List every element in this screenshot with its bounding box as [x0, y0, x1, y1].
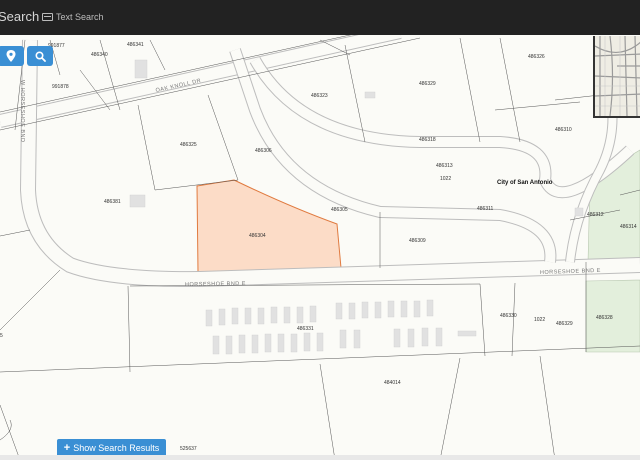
parcel-label[interactable]: 486329 [419, 81, 436, 87]
map-canvas[interactable]: OAK KNOLL DR HORSESHOE BND E HORSESHOE B… [0, 35, 640, 460]
parcel-label[interactable]: 486311 [477, 206, 494, 212]
parcel-label[interactable]: 486305 [331, 207, 348, 213]
parcel-label[interactable]: 486341 [127, 42, 144, 48]
text-search-label: Text Search [56, 12, 104, 22]
search-button[interactable] [27, 46, 53, 66]
plus-icon: + [63, 441, 71, 454]
map-pin-icon [6, 50, 16, 62]
parcel-label[interactable]: 486304 [249, 233, 266, 239]
parcel-label[interactable]: 486328 [596, 315, 613, 321]
parcel-label[interactable]: 486309 [409, 238, 426, 244]
parcel-label[interactable]: 486323 [311, 93, 328, 99]
parcel-label[interactable]: 1022 [534, 317, 545, 323]
parcel-label[interactable]: 486381 [104, 199, 121, 205]
text-search-link[interactable]: Text Search [42, 12, 104, 22]
street-label-horseshoe-left: HORSESHOE BND E [185, 281, 246, 288]
keyboard-icon [42, 13, 53, 21]
parcel-label[interactable]: 486329 [556, 321, 573, 327]
locate-button[interactable] [0, 46, 24, 66]
minimap-canvas [595, 36, 640, 116]
parcel-label[interactable]: 486310 [555, 127, 572, 133]
bottom-strip [0, 455, 640, 460]
top-bar: Search Text Search [0, 0, 640, 35]
parcel-label[interactable]: 486306 [255, 148, 272, 154]
parcel-label[interactable]: 484014 [384, 380, 401, 386]
parcel-label[interactable]: 486318 [419, 137, 436, 143]
parcel-label[interactable]: 5 [0, 333, 3, 339]
parcel-label[interactable]: 525637 [180, 446, 197, 452]
parcel-label[interactable]: 486312 [587, 212, 604, 218]
road-north-loop [249, 57, 635, 199]
app-title: Search [0, 9, 40, 24]
show-search-results-label: Show Search Results [73, 443, 160, 453]
parcel-label[interactable]: 991878 [52, 84, 69, 90]
parcel-label[interactable]: 486331 [297, 326, 314, 332]
parcel-label[interactable]: 486314 [620, 224, 637, 230]
parcel-label[interactable]: 486326 [528, 54, 545, 60]
green-parcel-se[interactable] [585, 279, 640, 353]
street-label-w-horseshoe: W HORSESHOE BND [19, 80, 25, 143]
parcel-map[interactable]: OAK KNOLL DR HORSESHOE BND E HORSESHOE B… [0, 35, 640, 460]
parcel-label[interactable]: 486340 [91, 52, 108, 58]
parcel-label[interactable]: 486330 [500, 313, 517, 319]
city-label: City of San Antonio [497, 180, 553, 186]
street-label-horseshoe-right: HORSESHOE BND E [540, 268, 601, 276]
parcel-label[interactable]: 486313 [436, 163, 453, 169]
parcel-label[interactable]: 1022 [440, 176, 451, 182]
magnifier-icon [34, 50, 46, 62]
overview-minimap[interactable] [593, 36, 640, 118]
parcel-label[interactable]: 486325 [180, 142, 197, 148]
